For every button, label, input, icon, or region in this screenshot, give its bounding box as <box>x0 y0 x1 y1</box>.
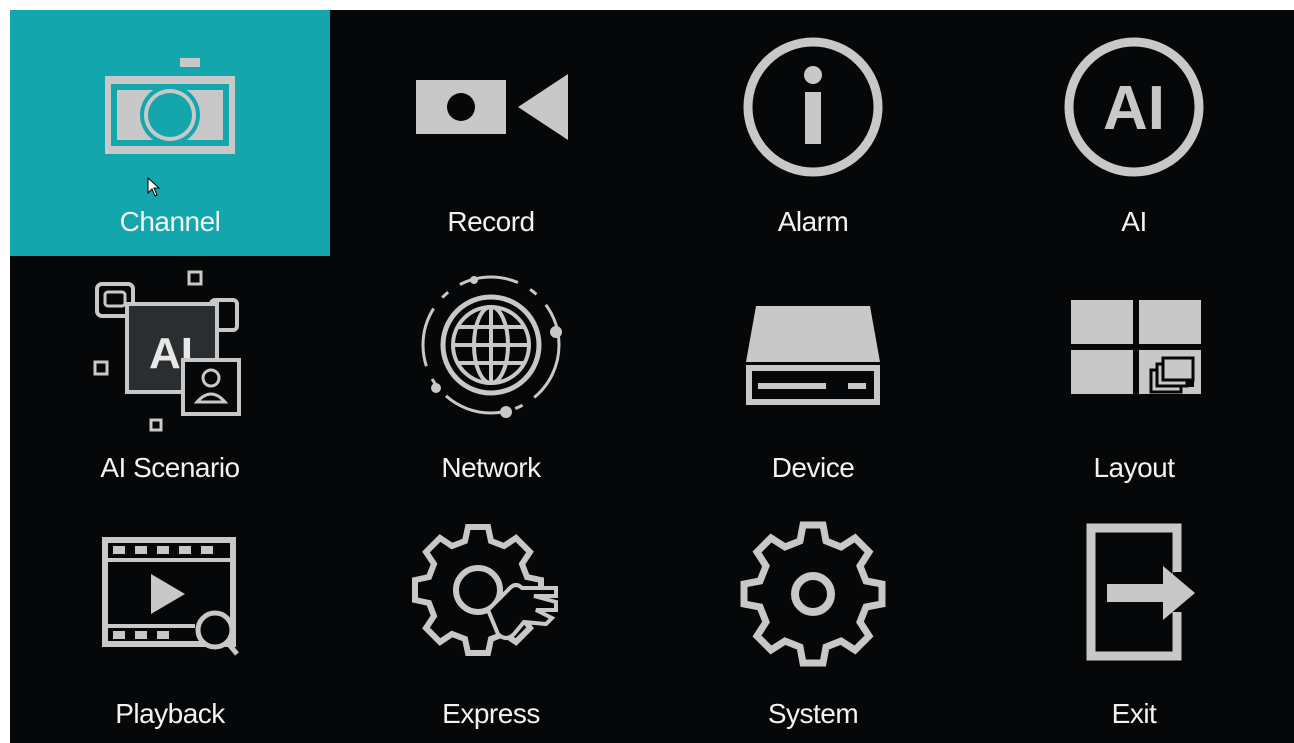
menu-label-alarm: Alarm <box>777 206 849 237</box>
menu-label-record: Record <box>447 206 535 237</box>
menu-label-network: Network <box>441 452 541 483</box>
camera-icon <box>85 32 255 182</box>
menu-tile-ai[interactable]: AI AI <box>974 10 1294 256</box>
menu-tile-device[interactable]: Device <box>652 256 974 504</box>
gear-touch-icon <box>406 518 576 668</box>
globe-network-icon <box>406 270 576 420</box>
ai-scenario-icon: AI <box>85 270 255 432</box>
ai-circle-icon: AI <box>1049 32 1219 182</box>
main-menu-grid: Channel Record Alarm AI AI AI AI Scenari… <box>10 10 1294 743</box>
menu-tile-network[interactable]: Network <box>330 256 652 504</box>
menu-label-ai-scenario: AI Scenario <box>100 452 240 483</box>
exit-door-icon <box>1049 518 1219 668</box>
menu-label-system: System <box>767 698 859 729</box>
menu-tile-alarm[interactable]: Alarm <box>652 10 974 256</box>
ai-icon-text: AI <box>1103 74 1165 143</box>
mouse-pointer-icon <box>147 177 161 197</box>
menu-tile-channel[interactable]: Channel <box>10 10 330 256</box>
menu-label-device: Device <box>771 452 855 483</box>
menu-tile-record[interactable]: Record <box>330 10 652 256</box>
menu-label-layout: Layout <box>1093 452 1175 483</box>
menu-label-express: Express <box>442 698 540 729</box>
menu-tile-express[interactable]: Express <box>330 504 652 743</box>
menu-tile-playback[interactable]: Playback <box>10 504 330 743</box>
menu-tile-system[interactable]: System <box>652 504 974 743</box>
menu-label-playback: Playback <box>115 698 225 729</box>
video-camera-icon <box>406 32 576 182</box>
menu-tile-layout[interactable]: Layout <box>974 256 1294 504</box>
main-menu-panel: Channel Record Alarm AI AI AI AI Scenari… <box>10 10 1294 743</box>
menu-label-ai: AI <box>1121 206 1147 237</box>
layout-grid-icon <box>1049 270 1219 420</box>
info-circle-icon <box>728 32 898 182</box>
menu-label-exit: Exit <box>1111 698 1157 729</box>
menu-tile-exit[interactable]: Exit <box>974 504 1294 743</box>
menu-tile-ai-scenario[interactable]: AI AI Scenario <box>10 256 330 504</box>
menu-label-channel: Channel <box>119 206 221 237</box>
hard-drive-icon <box>728 270 898 420</box>
video-search-icon <box>85 518 255 668</box>
gear-icon <box>728 518 898 668</box>
